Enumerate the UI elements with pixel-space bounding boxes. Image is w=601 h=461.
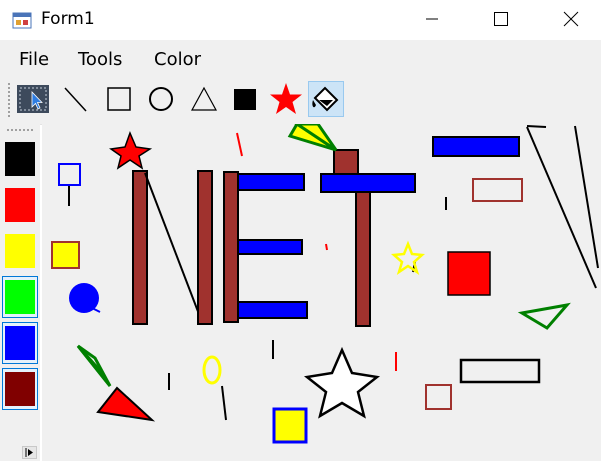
swatch-black[interactable] <box>2 138 38 180</box>
shape-rect <box>223 171 239 323</box>
line-icon <box>64 87 87 112</box>
toolbar-grip[interactable] <box>8 83 10 117</box>
swatch-green[interactable] <box>2 276 38 318</box>
shape-rect <box>132 170 148 325</box>
shape-rect <box>355 189 371 327</box>
title-bar: Form1 <box>0 0 601 40</box>
color-swatch <box>5 142 35 176</box>
swatch-maroon[interactable] <box>2 368 38 410</box>
swatch-blue[interactable] <box>2 322 38 364</box>
menu-tools[interactable]: Tools <box>78 49 122 70</box>
shape-line <box>236 132 243 157</box>
shape-rect <box>237 239 303 255</box>
circle-tool-button[interactable] <box>143 81 179 117</box>
fill-tool-button[interactable] <box>308 81 344 117</box>
shape-rect <box>58 163 81 186</box>
shape-rect <box>447 251 491 296</box>
window-title: Form1 <box>41 9 95 29</box>
color-swatch <box>5 234 35 268</box>
shape-triangle <box>517 302 571 330</box>
select-pointer-icon <box>17 85 49 113</box>
star-tool-button[interactable] <box>268 81 304 117</box>
triangle-tool-button[interactable] <box>186 81 222 117</box>
select-tool-button[interactable] <box>15 81 51 117</box>
palette-overflow-button[interactable] <box>22 446 37 459</box>
shape-line <box>91 307 101 313</box>
shape-triangle <box>96 386 156 422</box>
shape-rect <box>197 170 213 325</box>
minimize-button[interactable] <box>409 0 455 38</box>
color-swatch <box>5 280 35 314</box>
fill-bucket-icon <box>312 86 339 112</box>
shape-line <box>144 172 203 323</box>
shape-line <box>526 125 547 128</box>
circle-icon <box>149 87 173 111</box>
close-button[interactable] <box>548 0 594 38</box>
scroll-right-icon <box>25 448 33 457</box>
maximize-icon <box>494 12 508 26</box>
shape-rect <box>472 178 523 202</box>
shape-ellipse <box>202 355 222 385</box>
filled-square-icon <box>234 89 256 110</box>
filled-square-tool-button[interactable] <box>227 81 263 117</box>
line-tool-button[interactable] <box>57 81 93 117</box>
swatch-red[interactable] <box>2 184 38 226</box>
minimize-icon <box>426 18 438 20</box>
color-palette <box>0 124 40 461</box>
rectangle-tool-button[interactable] <box>101 81 137 117</box>
color-swatch <box>5 326 35 360</box>
form-app-icon <box>12 12 32 29</box>
star-icon <box>270 83 302 114</box>
shape-rect <box>333 149 359 177</box>
tool-strip <box>0 78 601 125</box>
shape-rect <box>51 241 80 269</box>
shape-rect <box>432 136 520 157</box>
shape-star <box>303 346 381 419</box>
menu-file[interactable]: File <box>19 49 49 70</box>
shape-line <box>526 126 597 289</box>
shape-rect <box>272 407 308 444</box>
menu-bar: File Tools Color <box>0 40 601 78</box>
shape-rect <box>425 384 452 410</box>
shape-rect <box>459 358 541 384</box>
drawing-canvas[interactable] <box>42 124 601 461</box>
shape-rect <box>237 173 305 191</box>
close-icon <box>563 11 579 27</box>
shape-line <box>221 385 227 421</box>
shape-star <box>391 240 425 275</box>
menu-color[interactable]: Color <box>154 49 201 70</box>
color-swatch <box>5 188 35 222</box>
shape-rect <box>320 173 416 193</box>
palette-grip[interactable] <box>7 129 33 131</box>
shape-star <box>109 130 153 170</box>
shape-rect <box>237 301 308 319</box>
maximize-button[interactable] <box>478 0 524 38</box>
swatch-yellow[interactable] <box>2 230 38 272</box>
canvas-drawing <box>51 124 599 444</box>
rectangle-icon <box>107 87 131 111</box>
shape-line <box>325 243 328 251</box>
triangle-icon <box>190 86 218 111</box>
color-swatch <box>5 372 35 406</box>
shape-triangle <box>76 344 112 387</box>
